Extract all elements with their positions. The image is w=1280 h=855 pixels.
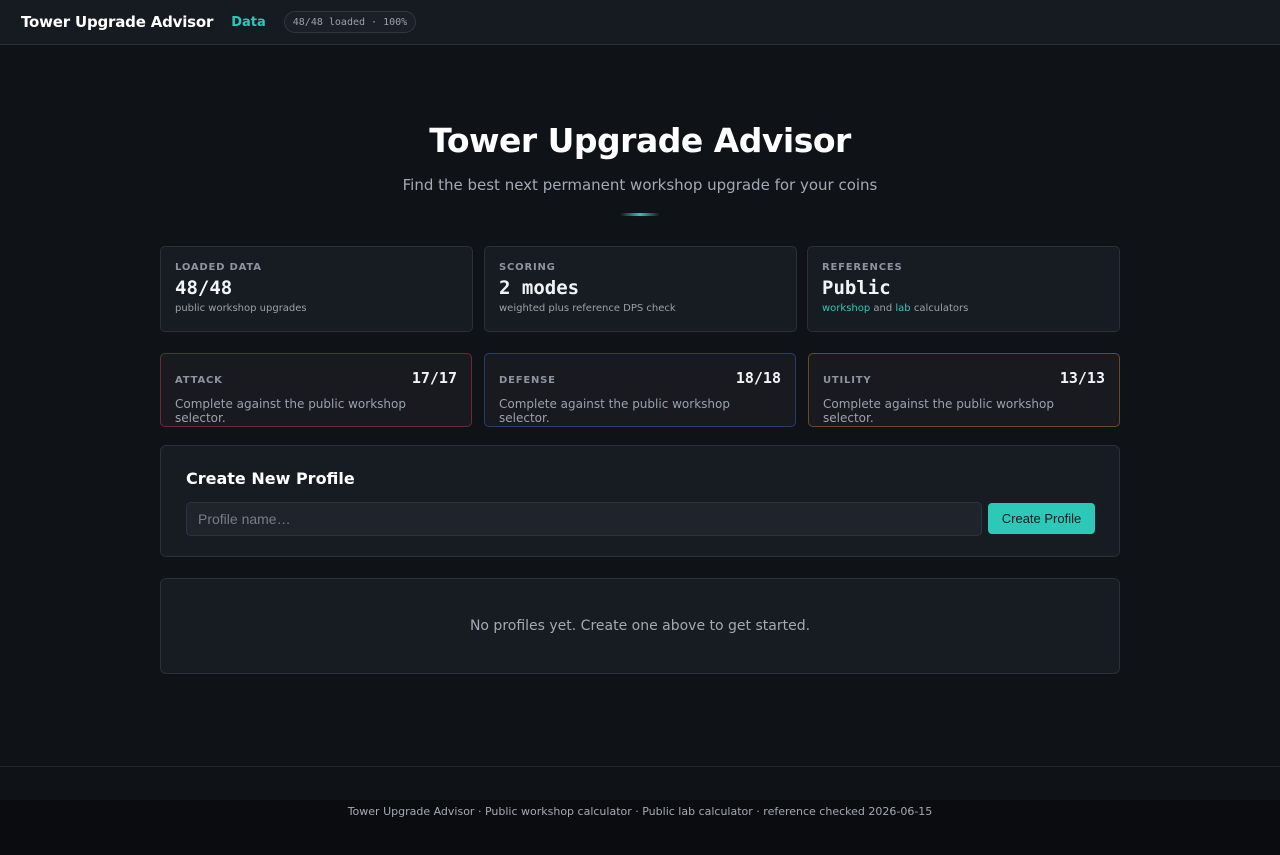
stat-card-references: REFERENCES Public workshop and lab calcu… — [807, 246, 1120, 332]
page-title: Tower Upgrade Advisor — [429, 121, 851, 160]
category-card-utility: UTILITY 13/13 Complete against the publi… — [808, 353, 1120, 427]
footer-text: Tower Upgrade Advisor · Public workshop … — [347, 805, 933, 818]
create-profile-button[interactable]: Create Profile — [988, 503, 1095, 534]
nav-link-data[interactable]: Data — [231, 15, 266, 30]
stat-value: 2 modes — [499, 277, 580, 299]
workshop-calculator-link[interactable]: workshop — [822, 303, 870, 314]
desc-suffix: calculators — [910, 303, 969, 314]
brand-title[interactable]: Tower Upgrade Advisor — [21, 13, 213, 31]
page-subtitle: Find the best next permanent workshop up… — [402, 176, 878, 194]
category-label: DEFENSE — [499, 374, 556, 386]
profile-name-input[interactable] — [186, 502, 982, 536]
category-card-defense: DEFENSE 18/18 Complete against the publi… — [484, 353, 796, 427]
lab-calculator-link[interactable]: lab — [895, 303, 910, 314]
category-count: 17/17 — [411, 369, 457, 387]
category-description: Complete against the public workshop sel… — [175, 397, 406, 425]
category-description: Complete against the public workshop sel… — [499, 397, 730, 425]
category-label: ATTACK — [175, 374, 223, 386]
category-count: 13/13 — [1059, 369, 1105, 387]
stat-label: SCORING — [499, 262, 556, 273]
stat-value: Public — [822, 277, 891, 299]
stat-description: weighted plus reference DPS check — [499, 303, 676, 314]
top-navbar: Tower Upgrade Advisor Data 48/48 loaded … — [0, 0, 1280, 45]
stat-label: LOADED DATA — [175, 262, 262, 273]
desc-connector: and — [870, 303, 896, 314]
empty-state-message: No profiles yet. Create one above to get… — [469, 618, 811, 634]
stat-value: 48/48 — [175, 277, 233, 299]
stat-description: public workshop upgrades — [175, 303, 307, 314]
create-profile-panel: Create New Profile Create Profile — [160, 445, 1120, 557]
footer: Tower Upgrade Advisor · Public workshop … — [0, 766, 1280, 855]
load-status-badge: 48/48 loaded · 100% — [283, 11, 417, 33]
category-card-attack: ATTACK 17/17 Complete against the public… — [160, 353, 472, 427]
create-profile-title: Create New Profile — [186, 469, 355, 488]
stat-card-loaded-data: LOADED DATA 48/48 public workshop upgrad… — [160, 246, 473, 332]
stat-description: workshop and lab calculators — [822, 303, 1105, 314]
category-label: UTILITY — [823, 374, 872, 386]
main-content: Tower Upgrade Advisor Find the best next… — [0, 45, 1280, 766]
category-description: Complete against the public workshop sel… — [823, 397, 1054, 425]
profiles-list-empty-state: No profiles yet. Create one above to get… — [160, 578, 1120, 674]
stat-card-scoring: SCORING 2 modes weighted plus reference … — [484, 246, 797, 332]
category-count: 18/18 — [735, 369, 781, 387]
hero-divider — [620, 213, 660, 216]
stat-label: REFERENCES — [822, 262, 903, 273]
